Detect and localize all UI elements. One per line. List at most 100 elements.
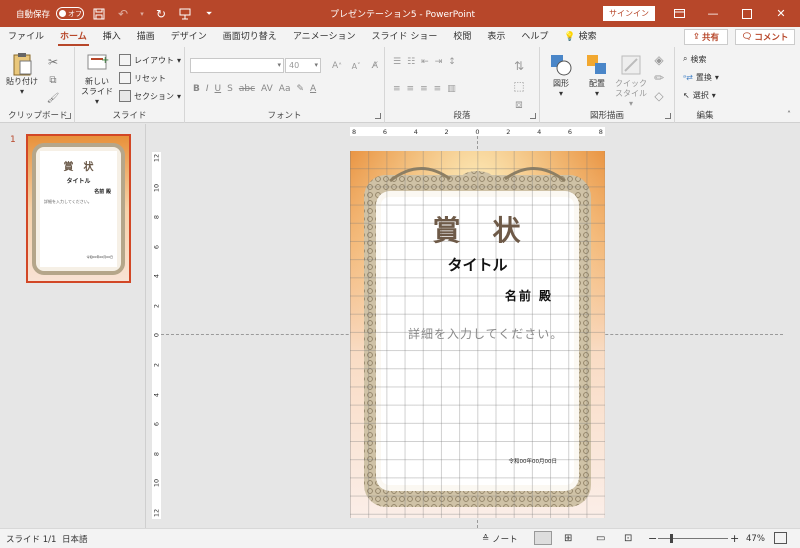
increase-indent-icon[interactable]: ⇥ — [435, 57, 443, 67]
slide-canvas[interactable]: 賞 状 タイトル 名前 殿 詳細を入力してください。 令和00年00月00日 — [350, 151, 605, 518]
zoom-slider-thumb[interactable] — [670, 534, 673, 543]
font-launcher[interactable] — [375, 113, 381, 119]
normal-view-icon[interactable] — [534, 531, 552, 545]
tab-animations[interactable]: アニメーション — [285, 27, 364, 47]
autosave-label: 自動保存 — [16, 9, 51, 20]
paste-button[interactable]: 貼り付け ▾ — [4, 51, 40, 97]
maximize-icon[interactable] — [730, 0, 764, 27]
reset-button[interactable]: リセット — [119, 71, 166, 85]
tab-insert[interactable]: 挿入 — [95, 27, 129, 47]
shape-fill-icon[interactable]: ◈ — [650, 51, 668, 69]
signin-button[interactable]: サインイン — [603, 6, 655, 21]
decrease-font-size-icon[interactable]: A ˅ — [347, 57, 365, 75]
ribbon-display-options-icon[interactable] — [662, 0, 696, 27]
character-spacing-icon[interactable]: AV — [261, 84, 273, 94]
align-right-icon[interactable]: ≡ — [420, 84, 428, 94]
line-spacing-icon[interactable]: ↕ — [448, 57, 456, 67]
increase-font-size-icon[interactable]: A ˄ — [328, 57, 346, 75]
slideshow-view-icon[interactable]: ⊡ — [624, 533, 632, 544]
tab-design[interactable]: デザイン — [163, 27, 215, 47]
drawing-launcher[interactable] — [665, 113, 671, 119]
font-group: ▾ 40 ▾ A ˄ A ˅ A̸ B I U S abc AV Aa ✎ A フォン… — [185, 47, 385, 123]
zoom-out-icon[interactable]: − — [648, 532, 657, 545]
tab-transitions[interactable]: 画面切り替え — [215, 27, 285, 47]
comments-button[interactable]: 🗨 コメント — [735, 29, 795, 45]
shape-outline-icon[interactable]: ✏ — [650, 69, 668, 87]
section-button[interactable]: セクション ▾ — [119, 89, 181, 103]
ruler-h-tick: 8 — [352, 127, 357, 136]
collapse-ribbon-icon[interactable]: ˄ — [780, 105, 798, 123]
select-button[interactable]: ↖ 選択 ▾ — [683, 88, 716, 102]
copy-icon[interactable]: ⧉ — [44, 71, 62, 89]
certificate-detail[interactable]: 詳細を入力してください。 — [408, 325, 563, 342]
drawing-group: 図形 ▾ 配置 ▾ クイック スタイル▾ ◈ ✏ ◇ 図形描画 — [540, 47, 675, 123]
language-indicator[interactable]: 日本語 — [62, 533, 88, 545]
tab-review[interactable]: 校閲 — [445, 27, 479, 47]
font-color-icon[interactable]: A — [310, 84, 316, 94]
slides-group-label: スライド — [112, 111, 147, 121]
zoom-slider[interactable] — [658, 534, 728, 543]
close-icon[interactable]: ✕ — [764, 0, 798, 27]
shadow-icon[interactable]: S — [227, 84, 233, 94]
format-painter-icon[interactable]: 🖌 — [44, 89, 62, 107]
shapes-button[interactable]: 図形 ▾ — [544, 53, 578, 99]
font-size-input[interactable]: 40 ▾ — [285, 58, 321, 73]
clipboard-launcher[interactable] — [65, 113, 71, 119]
certificate-subtitle[interactable]: タイトル — [350, 254, 605, 275]
bold-icon[interactable]: B — [193, 84, 200, 94]
tab-draw[interactable]: 描画 — [129, 27, 163, 47]
layout-button[interactable]: レイアウト ▾ — [119, 53, 181, 67]
clear-formatting-icon[interactable]: A̸ — [366, 57, 384, 75]
replace-button[interactable]: ᵃ⇄ 置換 ▾ — [683, 70, 719, 84]
fit-slide-icon[interactable] — [774, 532, 787, 544]
numbering-icon[interactable]: ☷ — [407, 57, 415, 67]
new-slide-button[interactable]: + 新しい スライド ▾ — [79, 51, 115, 107]
zoom-in-icon[interactable]: + — [730, 532, 739, 545]
tab-view[interactable]: 表示 — [479, 27, 513, 47]
zoom-level[interactable]: 47% — [746, 534, 765, 544]
font-name-input[interactable]: ▾ — [190, 58, 284, 73]
align-left-icon[interactable]: ≡ — [393, 84, 401, 94]
slide-thumbnail-1[interactable]: 賞 状 タイトル 名前 殿 詳細を入力してください。 令和00年00月00日 — [26, 134, 131, 283]
find-button[interactable]: ⌕ 検索 — [683, 52, 706, 66]
vertical-ruler: 12 10 8 6 4 2 0 2 4 6 8 10 12 — [152, 152, 161, 519]
cut-icon[interactable]: ✂ — [44, 53, 62, 71]
certificate-title[interactable]: 賞 状 — [350, 209, 605, 249]
underline-icon[interactable]: U — [215, 84, 222, 94]
highlight-icon[interactable]: ✎ — [296, 84, 304, 94]
ruler-h-tick: 4 — [413, 127, 418, 136]
bullets-icon[interactable]: ☰ — [393, 57, 401, 67]
minimize-icon[interactable]: — — [696, 0, 730, 27]
redo-icon[interactable]: ↻ — [152, 5, 170, 23]
slide-sorter-icon[interactable]: ⊞ — [564, 533, 572, 544]
decrease-indent-icon[interactable]: ⇤ — [421, 57, 429, 67]
italic-icon[interactable]: I — [206, 84, 209, 94]
quick-styles-button[interactable]: クイック スタイル▾ — [614, 53, 648, 109]
share-button[interactable]: ⇪ 共有 — [684, 29, 728, 45]
columns-icon[interactable]: ▥ — [447, 84, 456, 94]
arrange-button[interactable]: 配置 ▾ — [580, 53, 614, 99]
tab-file[interactable]: ファイル — [0, 27, 52, 47]
certificate-date[interactable]: 令和00年00月00日 — [509, 457, 558, 465]
paragraph-launcher[interactable] — [530, 113, 536, 119]
align-text-icon[interactable]: ⬚ — [510, 77, 528, 95]
autosave-toggle[interactable]: オフ — [56, 7, 85, 20]
tab-slideshow[interactable]: スライド ショー — [363, 27, 445, 47]
notes-button[interactable]: ≙ ノート — [482, 533, 518, 545]
tab-help[interactable]: ヘルプ — [513, 27, 556, 47]
justify-icon[interactable]: ≡ — [434, 84, 442, 94]
present-from-start-icon[interactable] — [176, 5, 194, 23]
tab-home[interactable]: ホーム — [52, 27, 95, 47]
shape-effects-icon[interactable]: ◇ — [650, 87, 668, 105]
text-direction-icon[interactable]: ⇅ — [510, 57, 528, 75]
reading-view-icon[interactable]: ▭ — [596, 533, 605, 544]
undo-icon[interactable]: ↶ — [114, 5, 132, 23]
recipient-name[interactable]: 名前 殿 — [505, 287, 553, 304]
tab-search[interactable]: 💡 検索 — [556, 27, 604, 47]
customize-toolbar-icon[interactable]: ⏷ — [200, 5, 218, 23]
align-center-icon[interactable]: ≡ — [407, 84, 415, 94]
strikethrough-icon[interactable]: abc — [239, 84, 255, 94]
undo-dropdown-icon[interactable]: ▾ — [138, 5, 146, 23]
save-icon[interactable] — [90, 5, 108, 23]
change-case-icon[interactable]: Aa — [279, 84, 291, 94]
